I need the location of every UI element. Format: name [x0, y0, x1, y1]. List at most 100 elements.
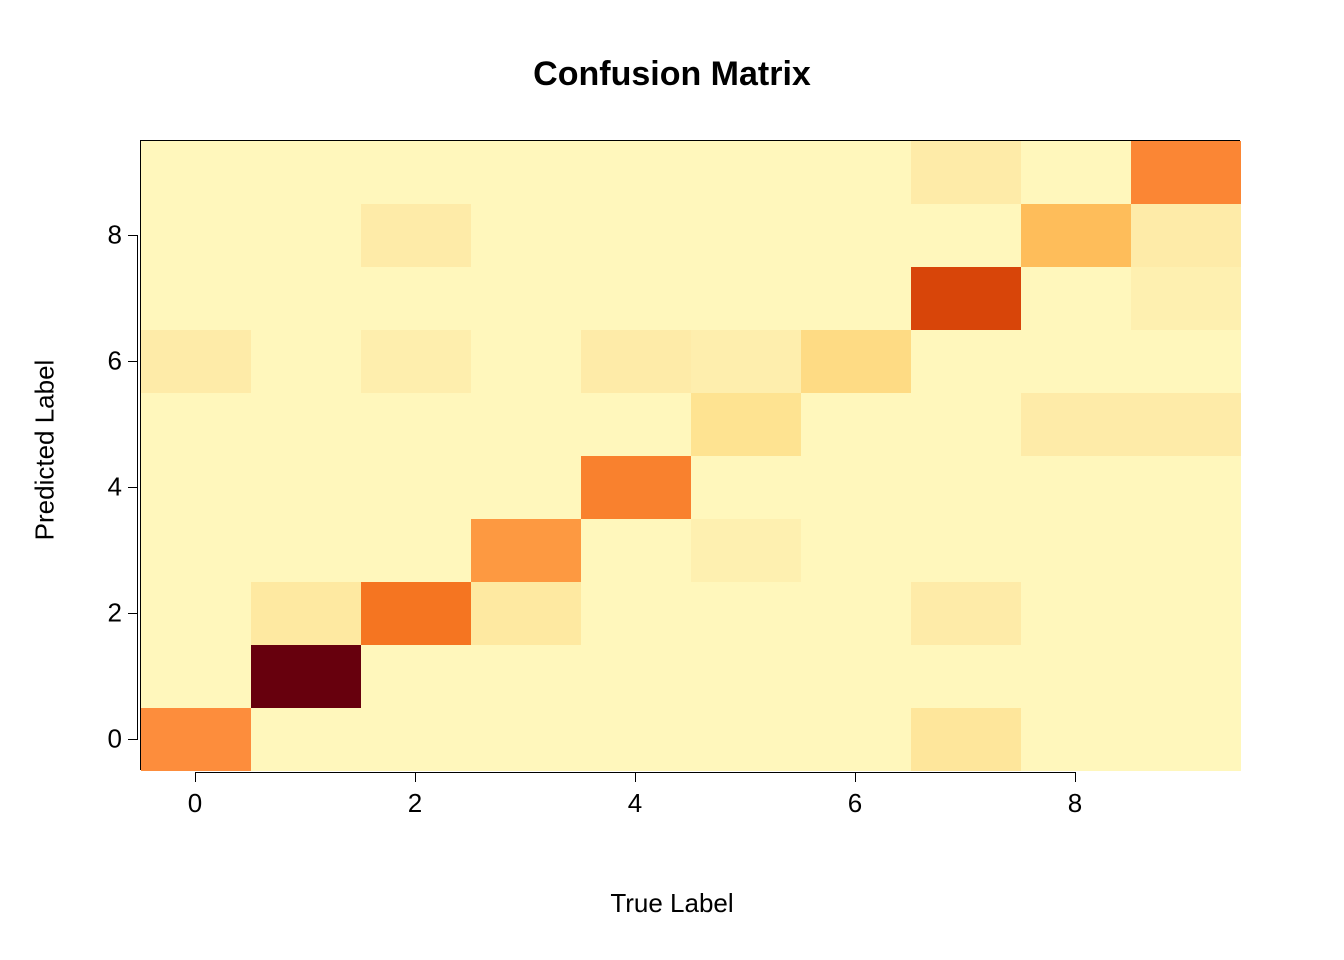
heatmap-cell: [801, 393, 911, 456]
heatmap-cell: [801, 708, 911, 771]
x-tick-label: 6: [848, 788, 862, 819]
heatmap-cell: [361, 519, 471, 582]
y-axis-label: Predicted Label: [30, 360, 61, 541]
heatmap-cell: [691, 267, 801, 330]
heatmap-cell: [1131, 519, 1241, 582]
heatmap-cell: [1021, 204, 1131, 267]
heatmap-cell: [361, 141, 471, 204]
heatmap-cell: [691, 645, 801, 708]
heatmap-cell: [471, 708, 581, 771]
y-tick: [128, 235, 138, 236]
heatmap-cell: [471, 393, 581, 456]
x-tick: [195, 772, 196, 782]
heatmap-cell: [1021, 519, 1131, 582]
heatmap-cell: [801, 456, 911, 519]
heatmap-cell: [691, 708, 801, 771]
heatmap-cell: [581, 708, 691, 771]
heatmap-cell: [251, 330, 361, 393]
heatmap-cell: [1021, 456, 1131, 519]
heatmap-cell: [1021, 141, 1131, 204]
heatmap-cell: [1021, 582, 1131, 645]
heatmap-cell: [141, 519, 251, 582]
heatmap-cell: [141, 204, 251, 267]
heatmap-plot-area: [140, 140, 1240, 770]
heatmap-cell: [581, 519, 691, 582]
heatmap-cell: [251, 708, 361, 771]
heatmap-cell: [361, 267, 471, 330]
heatmap-cell: [361, 330, 471, 393]
heatmap-cell: [141, 582, 251, 645]
heatmap-cell: [691, 330, 801, 393]
heatmap-cell: [691, 519, 801, 582]
heatmap-cell: [911, 267, 1021, 330]
heatmap-cell: [911, 456, 1021, 519]
y-tick: [128, 361, 138, 362]
heatmap-cell: [581, 645, 691, 708]
heatmap-cell: [691, 582, 801, 645]
heatmap-cell: [141, 708, 251, 771]
x-tick-label: 0: [188, 788, 202, 819]
heatmap-cell: [1131, 204, 1241, 267]
x-tick-label: 2: [408, 788, 422, 819]
heatmap-cell: [911, 393, 1021, 456]
heatmap-cell: [801, 645, 911, 708]
heatmap-cell: [691, 393, 801, 456]
heatmap-cell: [911, 330, 1021, 393]
x-tick-label: 4: [628, 788, 642, 819]
heatmap-cell: [471, 204, 581, 267]
heatmap-cell: [251, 645, 361, 708]
y-tick-label: 0: [94, 723, 122, 754]
heatmap-cell: [1131, 267, 1241, 330]
heatmap-cell: [691, 204, 801, 267]
heatmap-cell: [141, 330, 251, 393]
heatmap-cell: [251, 393, 361, 456]
y-tick-label: 8: [94, 219, 122, 250]
heatmap-cell: [471, 141, 581, 204]
heatmap-cell: [141, 393, 251, 456]
heatmap-cell: [1021, 267, 1131, 330]
y-tick: [128, 487, 138, 488]
heatmap-cell: [471, 330, 581, 393]
heatmap-cell: [1131, 582, 1241, 645]
heatmap-cell: [361, 393, 471, 456]
heatmap-cell: [361, 456, 471, 519]
heatmap-cell: [361, 582, 471, 645]
heatmap-cell: [581, 582, 691, 645]
heatmap-cell: [581, 393, 691, 456]
chart-title: Confusion Matrix: [0, 55, 1344, 94]
heatmap-cell: [581, 204, 691, 267]
heatmap-cell: [801, 330, 911, 393]
heatmap-cell: [911, 519, 1021, 582]
heatmap-cell: [581, 330, 691, 393]
heatmap-cell: [251, 267, 361, 330]
y-tick-label: 2: [94, 597, 122, 628]
heatmap-cell: [911, 708, 1021, 771]
heatmap-cell: [1131, 393, 1241, 456]
heatmap-cell: [471, 456, 581, 519]
heatmap-cell: [141, 645, 251, 708]
heatmap-cell: [471, 645, 581, 708]
heatmap-cell: [251, 456, 361, 519]
heatmap-cell: [911, 645, 1021, 708]
heatmap-cell: [1021, 393, 1131, 456]
heatmap-cell: [1021, 645, 1131, 708]
heatmap-cell: [801, 141, 911, 204]
heatmap-cell: [251, 519, 361, 582]
heatmap-cell: [911, 582, 1021, 645]
heatmap-cell: [1131, 645, 1241, 708]
y-tick-label: 4: [94, 471, 122, 502]
heatmap-cell: [801, 519, 911, 582]
heatmap-cell: [251, 582, 361, 645]
heatmap-cell: [1021, 330, 1131, 393]
heatmap-cell: [801, 582, 911, 645]
heatmap-cell: [1131, 708, 1241, 771]
heatmap-cell: [471, 582, 581, 645]
heatmap-cell: [141, 456, 251, 519]
x-axis-label: True Label: [0, 888, 1344, 919]
y-tick: [128, 613, 138, 614]
heatmap-cell: [471, 267, 581, 330]
x-tick: [415, 772, 416, 782]
heatmap-cell: [251, 141, 361, 204]
heatmap-cell: [581, 456, 691, 519]
heatmap-cell: [691, 141, 801, 204]
